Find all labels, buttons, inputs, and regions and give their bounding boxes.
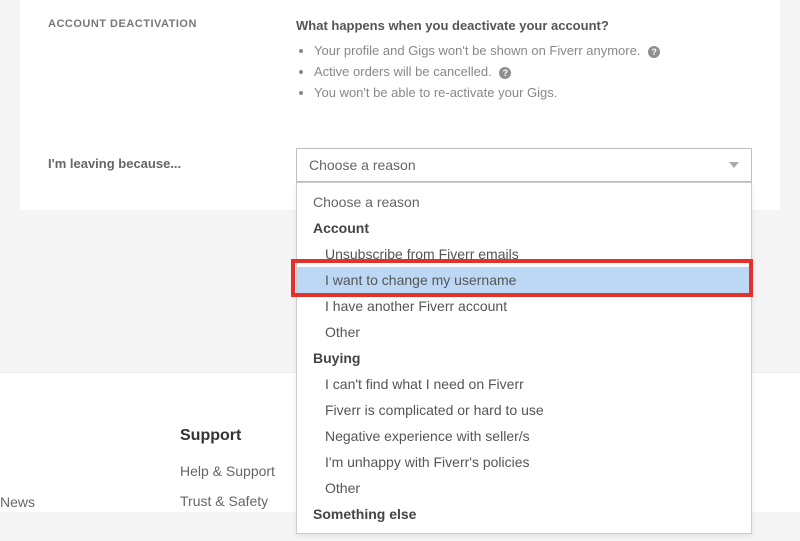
bullet-item: Your profile and Gigs won't be shown on … — [314, 43, 752, 58]
footer-link-trust[interactable]: Trust & Safety — [180, 493, 275, 509]
chevron-down-icon — [729, 162, 739, 168]
bullet-text: Active orders will be cancelled. — [314, 64, 492, 79]
deactivation-card: ACCOUNT DEACTIVATION What happens when y… — [20, 0, 780, 210]
deactivation-bullets: Your profile and Gigs won't be shown on … — [296, 43, 752, 100]
dropdown-option[interactable]: I'm unhappy with Fiverr's policies — [297, 449, 751, 475]
reason-dropdown: Choose a reasonAccountUnsubscribe from F… — [296, 182, 752, 534]
bullet-item: You won't be able to re-activate your Gi… — [314, 85, 752, 100]
reason-select[interactable]: Choose a reason — [296, 148, 752, 182]
footer-link-news[interactable]: News — [0, 494, 35, 510]
bullet-item: Active orders will be cancelled. ? — [314, 64, 752, 79]
dropdown-option[interactable]: I want to change my username — [297, 267, 751, 293]
footer-link-help[interactable]: Help & Support — [180, 463, 275, 479]
dropdown-option[interactable]: Unsubscribe from Fiverr emails — [297, 241, 751, 267]
help-icon[interactable]: ? — [648, 46, 660, 58]
dropdown-option[interactable]: Other — [297, 475, 751, 501]
dropdown-option[interactable]: I can't find what I need on Fiverr — [297, 371, 751, 397]
help-icon[interactable]: ? — [499, 67, 511, 79]
deactivation-section: ACCOUNT DEACTIVATION What happens when y… — [48, 0, 752, 106]
dropdown-placeholder[interactable]: Choose a reason — [297, 189, 751, 215]
section-heading: ACCOUNT DEACTIVATION — [48, 18, 296, 30]
reason-select-wrap: Choose a reason Choose a reasonAccountUn… — [296, 148, 752, 182]
dropdown-group-label: Account — [297, 215, 751, 241]
dropdown-option[interactable]: Other — [297, 319, 751, 345]
dropdown-option-something-else[interactable]: Something else — [297, 501, 751, 527]
dropdown-option[interactable]: Fiverr is complicated or hard to use — [297, 397, 751, 423]
leaving-label: I'm leaving because... — [48, 148, 296, 171]
leaving-reason-row: I'm leaving because... Choose a reason C… — [48, 148, 752, 182]
dropdown-group-label: Buying — [297, 345, 751, 371]
bullet-text: You won't be able to re-activate your Gi… — [314, 85, 557, 100]
select-value: Choose a reason — [309, 157, 416, 173]
dropdown-option[interactable]: Negative experience with seller/s — [297, 423, 751, 449]
deactivation-question: What happens when you deactivate your ac… — [296, 18, 752, 33]
dropdown-option[interactable]: I have another Fiverr account — [297, 293, 751, 319]
bullet-text: Your profile and Gigs won't be shown on … — [314, 43, 640, 58]
footer-col-title-support: Support — [180, 427, 275, 445]
